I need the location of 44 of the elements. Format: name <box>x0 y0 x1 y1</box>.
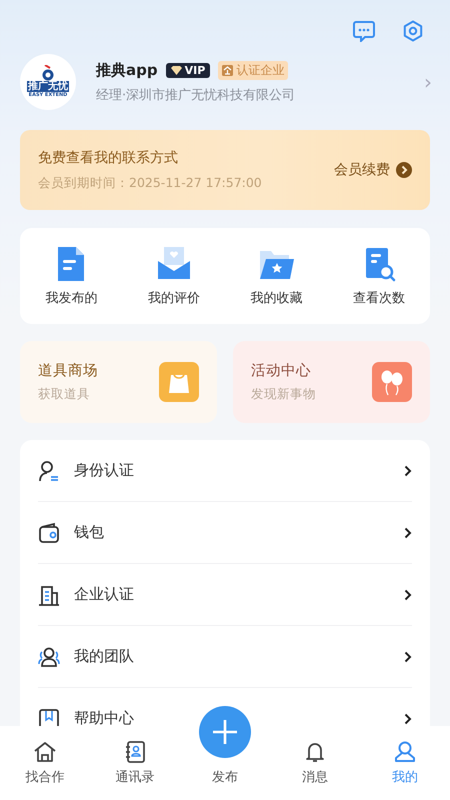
contacts-icon <box>123 740 147 764</box>
user-title: 经理·深圳市推广无忧科技有限公司 <box>96 86 296 104</box>
arrow-circle-icon <box>396 162 412 178</box>
promo-card[interactable]: 道具商场 获取道具 <box>20 341 217 423</box>
team-icon <box>38 646 60 668</box>
renew-link[interactable]: 会员续费 <box>334 161 412 179</box>
menu-item[interactable]: 我的团队 <box>74 647 390 666</box>
promo-subtitle: 获取道具 <box>38 386 91 403</box>
user-id-icon <box>38 460 60 482</box>
shortcut-label[interactable]: 我发布的 <box>45 289 98 307</box>
membership-expiry: 会员到期时间：2025-11-27 17:57:00 <box>38 174 263 192</box>
menu-item[interactable]: 企业认证 <box>74 585 390 604</box>
user-name: 推典app <box>96 60 158 80</box>
settings-icon[interactable] <box>402 20 424 42</box>
menu-item[interactable]: 钱包 <box>74 523 390 542</box>
wallet-icon <box>38 522 60 544</box>
chevron-icon <box>404 464 412 476</box>
promo-subtitle: 发现新事物 <box>251 386 317 403</box>
plus-icon <box>212 719 238 745</box>
balloons-icon <box>372 362 412 402</box>
chevron-icon <box>404 650 412 662</box>
chat-icon[interactable] <box>352 20 376 42</box>
bell-icon <box>303 740 327 764</box>
menu-item[interactable]: 帮助中心 <box>74 709 390 728</box>
shortcut-label[interactable]: 我的评价 <box>148 289 200 307</box>
vip-badge: VIP <box>166 62 210 78</box>
bag-icon <box>159 362 199 402</box>
user-icon <box>393 740 417 764</box>
tab-item[interactable]: 消息 <box>270 726 360 800</box>
membership-title: 免费查看我的联系方式 <box>38 148 179 166</box>
shortcut-label[interactable]: 查看次数 <box>352 289 405 307</box>
menu-item[interactable]: 身份认证 <box>74 461 390 480</box>
promo-title: 活动中心 <box>251 362 312 380</box>
chevron-icon <box>404 526 412 538</box>
home-icon <box>33 740 57 764</box>
tab-item[interactable]: 通讯录 <box>90 726 180 800</box>
promo-card[interactable]: 活动中心 发现新事物 <box>233 341 430 423</box>
building-icon <box>38 584 60 606</box>
certified-badge: 认证企业 <box>218 60 288 80</box>
tab-item[interactable]: 找合作 <box>0 726 90 800</box>
promo-title: 道具商场 <box>38 362 99 380</box>
shortcut-label[interactable]: 我的收藏 <box>250 289 302 307</box>
chevron-icon <box>404 712 412 724</box>
chevron-icon <box>404 588 412 600</box>
